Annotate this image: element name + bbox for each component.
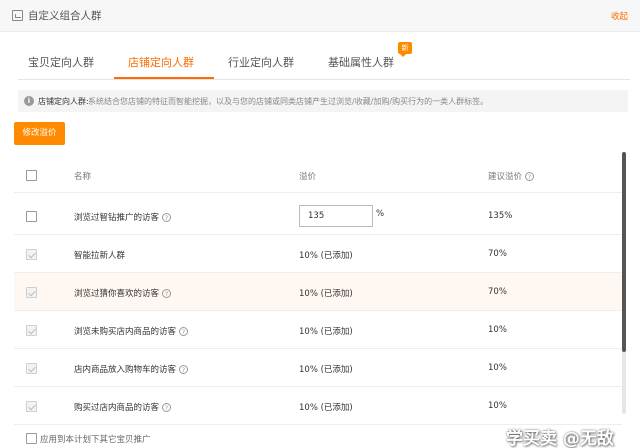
row-name: 浏览未购买店内商品的访客? (74, 325, 189, 337)
row-suggested: 70% (488, 249, 507, 259)
table-row: 浏览过猜你喜欢的访客? 10% (已添加) 70% (14, 273, 622, 311)
tab-industry-crowd[interactable]: 行业定向人群 (228, 54, 294, 70)
table-row: 智能拉新人群 10% (已添加) 70% (14, 235, 622, 273)
image-icon (12, 10, 23, 21)
row-suggested: 70% (488, 287, 507, 297)
row-premium: 10% (已添加) (299, 251, 353, 261)
row-checkbox-disabled (26, 401, 37, 412)
info-text: 系统结合您店铺的特征而智能挖掘，以及与您的店铺或同类店铺产生过浏览/收藏/加购/… (88, 97, 489, 106)
modify-premium-button[interactable]: 修改溢价 (14, 122, 65, 145)
row-name: 购买过店内商品的访客? (74, 401, 172, 413)
tab-item-crowd[interactable]: 宝贝定向人群 (28, 54, 94, 70)
watermark: 学买卖 @无敌 (506, 429, 614, 448)
table-row: 店内商品放入购物车的访客? 10% (已添加) 10% (14, 349, 622, 387)
row-suggested: 10% (488, 401, 507, 411)
panel-title: 自定义组合人群 (28, 10, 102, 22)
table-row: 浏览过智钻推广的访客? 135 % 135% (14, 197, 622, 235)
info-icon: i (24, 96, 34, 106)
row-name: 店内商品放入购物车的访客? (74, 363, 189, 375)
select-all-checkbox[interactable] (26, 170, 37, 181)
row-name-label: 店内商品放入购物车的访客 (74, 365, 177, 375)
row-checkbox-disabled (26, 287, 37, 298)
row-premium: 10% (已添加) (299, 289, 353, 299)
new-badge: 新 (398, 42, 412, 57)
scrollbar-thumb[interactable] (622, 152, 626, 352)
help-icon[interactable]: ? (179, 327, 189, 336)
tab-shop-crowd[interactable]: 店铺定向人群 (128, 54, 194, 70)
panel-header: 自定义组合人群 收起 (0, 0, 640, 32)
table-header-row: 名称 溢价 建议溢价? (14, 157, 622, 193)
row-name-label: 浏览过猜你喜欢的访客 (74, 289, 160, 299)
header-name: 名称 (74, 172, 92, 182)
apply-to-others-checkbox[interactable] (26, 433, 37, 444)
row-name: 浏览过智钻推广的访客? (74, 211, 172, 223)
help-icon[interactable]: ? (162, 213, 172, 222)
row-premium: 10% (已添加) (299, 327, 353, 337)
header-suggested: 建议溢价? (488, 170, 535, 182)
premium-unit: % (376, 209, 385, 219)
row-name-label: 浏览过智钻推广的访客 (74, 213, 160, 223)
help-icon[interactable]: ? (162, 289, 172, 298)
premium-input[interactable]: 135 (299, 205, 373, 227)
table-row: 购买过店内商品的访客? 10% (已添加) 10% (14, 387, 622, 425)
row-name: 浏览过猜你喜欢的访客? (74, 287, 172, 299)
row-name-label: 购买过店内商品的访客 (74, 403, 160, 413)
header-premium: 溢价 (299, 172, 317, 182)
row-name-label: 浏览未购买店内商品的访客 (74, 327, 177, 337)
header-suggested-label: 建议溢价 (488, 172, 523, 182)
info-label: 店铺定向人群: (38, 97, 89, 106)
row-name: 智能拉新人群 (74, 251, 126, 261)
crowd-tabs: 宝贝定向人群 店铺定向人群 行业定向人群 基础属性人群 新 (18, 42, 630, 80)
table-row: 浏览未购买店内商品的访客? 10% (已添加) 10% (14, 311, 622, 349)
help-icon[interactable]: ? (162, 403, 172, 412)
apply-to-others-label: 应用到本计划下其它宝贝推广 (40, 435, 151, 445)
info-bar: i 店铺定向人群: 系统结合您店铺的特征而智能挖掘，以及与您的店铺或同类店铺产生… (18, 90, 628, 112)
row-suggested: 135% (488, 211, 513, 221)
row-checkbox[interactable] (26, 211, 37, 222)
table-scrollbar[interactable] (622, 152, 626, 414)
help-icon[interactable]: ? (525, 172, 535, 181)
collapse-link[interactable]: 收起 (611, 10, 628, 22)
row-checkbox-disabled (26, 325, 37, 336)
active-tab-underline (114, 77, 214, 79)
help-icon[interactable]: ? (179, 365, 189, 374)
row-premium: 10% (已添加) (299, 403, 353, 413)
row-premium: 10% (已添加) (299, 365, 353, 375)
row-suggested: 10% (488, 325, 507, 335)
row-checkbox-disabled (26, 249, 37, 260)
row-checkbox-disabled (26, 363, 37, 374)
tab-basic-attribute-crowd[interactable]: 基础属性人群 (328, 54, 394, 70)
row-suggested: 10% (488, 363, 507, 373)
